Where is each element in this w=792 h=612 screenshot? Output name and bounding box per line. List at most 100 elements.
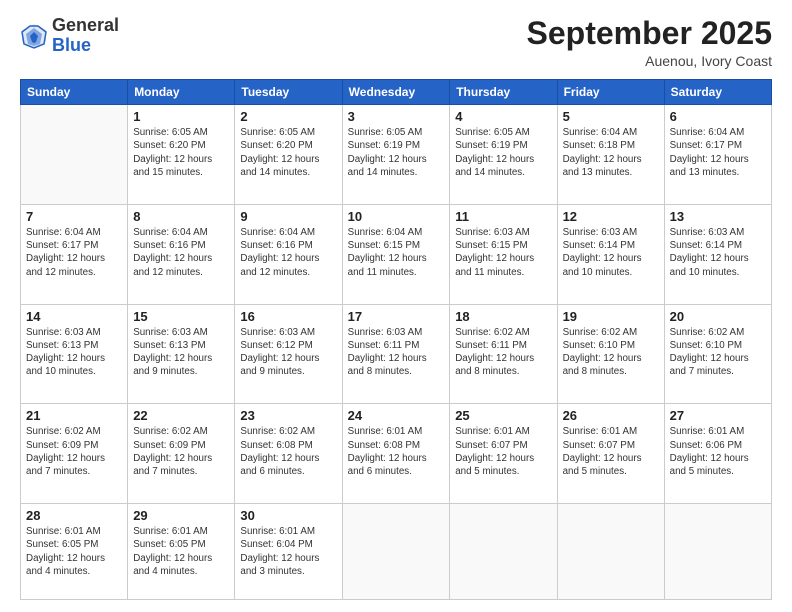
calendar-cell: 11 Sunrise: 6:03 AM Sunset: 6:15 PM Dayli… [450,204,557,304]
day-number: 9 [240,209,336,224]
day-number: 5 [563,109,659,124]
day-number: 20 [670,309,766,324]
calendar-cell: 24Sunrise: 6:01 AM Sunset: 6:08 PM Dayli… [342,404,450,504]
calendar-cell: 17 Sunrise: 6:03 AM Sunset: 6:11 PM Dayli… [342,304,450,404]
day-number: 18 [455,309,551,324]
calendar-cell: 16 Sunrise: 6:03 AM Sunset: 6:12 PM Dayli… [235,304,342,404]
day-number: 28 [26,508,122,523]
day-info: Sunrise: 6:02 AM Sunset: 6:11 PM Dayligh… [455,326,551,379]
calendar-cell: 5 Sunrise: 6:04 AM Sunset: 6:18 PM Daylig… [557,105,664,205]
calendar-cell: 27 Sunrise: 6:01 AM Sunset: 6:06 PM Dayli… [664,404,771,504]
day-number: 30 [240,508,336,523]
day-number: 8 [133,209,229,224]
week-row-2: 7 Sunrise: 6:04 AM Sunset: 6:17 PM Daylig… [21,204,772,304]
day-number: 7 [26,209,122,224]
day-number: 23 [240,408,336,423]
day-info: Sunrise: 6:03 AM Sunset: 6:13 PM Dayligh… [133,326,229,379]
week-row-3: 14 Sunrise: 6:03 AM Sunset: 6:13 PM Dayli… [21,304,772,404]
day-info: Sunrise: 6:04 AM Sunset: 6:17 PM Dayligh… [26,226,122,279]
day-info: Sunrise: 6:04 AM Sunset: 6:16 PM Dayligh… [240,226,336,279]
day-info: Sunrise: 6:02 AM Sunset: 6:10 PM Dayligh… [563,326,659,379]
day-number: 27 [670,408,766,423]
day-info: Sunrise: 6:03 AM Sunset: 6:14 PM Dayligh… [563,226,659,279]
calendar-cell [450,504,557,600]
day-number: 24 [348,408,445,423]
day-info: Sunrise: 6:05 AM Sunset: 6:19 PM Dayligh… [348,126,445,179]
day-info: Sunrise: 6:01 AM Sunset: 6:06 PM Dayligh… [670,425,766,478]
day-number: 25 [455,408,551,423]
calendar-cell: 8 Sunrise: 6:04 AM Sunset: 6:16 PM Daylig… [128,204,235,304]
day-info: Sunrise: 6:02 AM Sunset: 6:09 PM Dayligh… [26,425,122,478]
calendar-cell: 23 Sunrise: 6:02 AM Sunset: 6:08 PM Dayli… [235,404,342,504]
weekday-header-thursday: Thursday [450,80,557,105]
calendar-cell [21,105,128,205]
title-block: September 2025 Auenou, Ivory Coast [527,16,772,69]
day-number: 15 [133,309,229,324]
day-info: Sunrise: 6:03 AM Sunset: 6:13 PM Dayligh… [26,326,122,379]
day-info: Sunrise: 6:03 AM Sunset: 6:15 PM Dayligh… [455,226,551,279]
day-info: Sunrise: 6:02 AM Sunset: 6:10 PM Dayligh… [670,326,766,379]
day-info: Sunrise: 6:02 AM Sunset: 6:08 PM Dayligh… [240,425,336,478]
logo-blue: Blue [52,35,91,55]
calendar-cell: 18 Sunrise: 6:02 AM Sunset: 6:11 PM Dayli… [450,304,557,404]
day-number: 10 [348,209,445,224]
day-number: 11 [455,209,551,224]
weekday-header-friday: Friday [557,80,664,105]
calendar-cell: 20 Sunrise: 6:02 AM Sunset: 6:10 PM Dayli… [664,304,771,404]
calendar-cell [342,504,450,600]
day-number: 16 [240,309,336,324]
calendar-cell: 15 Sunrise: 6:03 AM Sunset: 6:13 PM Dayli… [128,304,235,404]
calendar-cell: 2Sunrise: 6:05 AM Sunset: 6:20 PM Daylig… [235,105,342,205]
weekday-header-row: SundayMondayTuesdayWednesdayThursdayFrid… [21,80,772,105]
calendar-cell: 4 Sunrise: 6:05 AM Sunset: 6:19 PM Daylig… [450,105,557,205]
weekday-header-saturday: Saturday [664,80,771,105]
day-number: 2 [240,109,336,124]
month-title: September 2025 [527,16,772,51]
day-info: Sunrise: 6:01 AM Sunset: 6:05 PM Dayligh… [26,525,122,578]
day-number: 13 [670,209,766,224]
calendar-cell: 28 Sunrise: 6:01 AM Sunset: 6:05 PM Dayli… [21,504,128,600]
location: Auenou, Ivory Coast [527,53,772,69]
day-info: Sunrise: 6:01 AM Sunset: 6:07 PM Dayligh… [563,425,659,478]
calendar-table: SundayMondayTuesdayWednesdayThursdayFrid… [20,79,772,600]
calendar-cell: 26 Sunrise: 6:01 AM Sunset: 6:07 PM Dayli… [557,404,664,504]
calendar-cell: 6Sunrise: 6:04 AM Sunset: 6:17 PM Daylig… [664,105,771,205]
calendar-cell: 22 Sunrise: 6:02 AM Sunset: 6:09 PM Dayli… [128,404,235,504]
page: General Blue September 2025 Auenou, Ivor… [0,0,792,612]
day-number: 19 [563,309,659,324]
week-row-1: 1Sunrise: 6:05 AM Sunset: 6:20 PM Daylig… [21,105,772,205]
day-info: Sunrise: 6:03 AM Sunset: 6:11 PM Dayligh… [348,326,445,379]
calendar-cell: 13Sunrise: 6:03 AM Sunset: 6:14 PM Dayli… [664,204,771,304]
day-info: Sunrise: 6:04 AM Sunset: 6:16 PM Dayligh… [133,226,229,279]
day-info: Sunrise: 6:04 AM Sunset: 6:18 PM Dayligh… [563,126,659,179]
calendar-cell: 9 Sunrise: 6:04 AM Sunset: 6:16 PM Daylig… [235,204,342,304]
day-info: Sunrise: 6:01 AM Sunset: 6:04 PM Dayligh… [240,525,336,578]
calendar-cell: 7 Sunrise: 6:04 AM Sunset: 6:17 PM Daylig… [21,204,128,304]
logo: General Blue [20,16,119,56]
calendar-cell: 1Sunrise: 6:05 AM Sunset: 6:20 PM Daylig… [128,105,235,205]
weekday-header-monday: Monday [128,80,235,105]
logo-icon [20,22,48,50]
day-number: 22 [133,408,229,423]
day-info: Sunrise: 6:01 AM Sunset: 6:05 PM Dayligh… [133,525,229,578]
calendar-cell: 25 Sunrise: 6:01 AM Sunset: 6:07 PM Dayli… [450,404,557,504]
day-number: 4 [455,109,551,124]
day-number: 17 [348,309,445,324]
day-info: Sunrise: 6:05 AM Sunset: 6:19 PM Dayligh… [455,126,551,179]
calendar-cell: 3 Sunrise: 6:05 AM Sunset: 6:19 PM Daylig… [342,105,450,205]
day-number: 26 [563,408,659,423]
weekday-header-wednesday: Wednesday [342,80,450,105]
week-row-4: 21 Sunrise: 6:02 AM Sunset: 6:09 PM Dayli… [21,404,772,504]
day-info: Sunrise: 6:01 AM Sunset: 6:07 PM Dayligh… [455,425,551,478]
day-info: Sunrise: 6:02 AM Sunset: 6:09 PM Dayligh… [133,425,229,478]
day-info: Sunrise: 6:03 AM Sunset: 6:12 PM Dayligh… [240,326,336,379]
day-info: Sunrise: 6:04 AM Sunset: 6:17 PM Dayligh… [670,126,766,179]
day-number: 14 [26,309,122,324]
day-info: Sunrise: 6:04 AM Sunset: 6:15 PM Dayligh… [348,226,445,279]
day-number: 3 [348,109,445,124]
calendar-cell: 21 Sunrise: 6:02 AM Sunset: 6:09 PM Dayli… [21,404,128,504]
week-row-5: 28 Sunrise: 6:01 AM Sunset: 6:05 PM Dayli… [21,504,772,600]
day-number: 21 [26,408,122,423]
calendar-cell [664,504,771,600]
day-number: 29 [133,508,229,523]
